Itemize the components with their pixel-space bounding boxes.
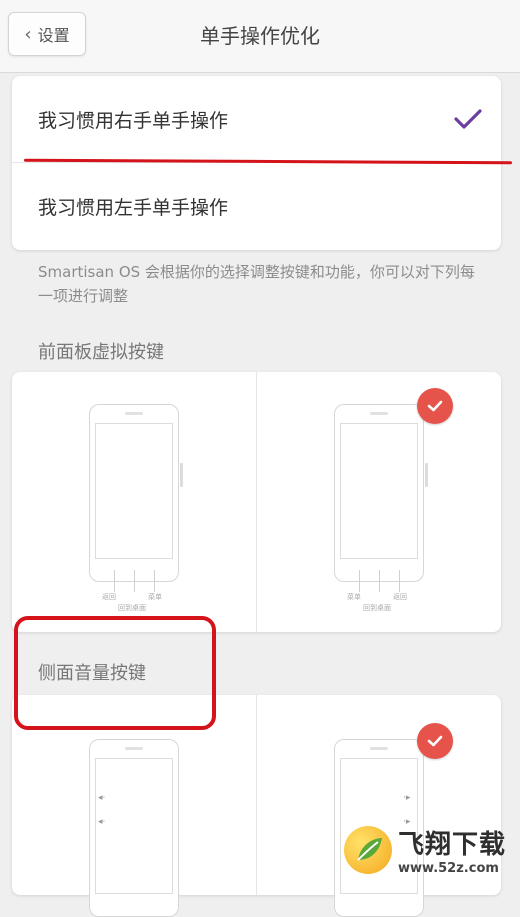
leaf-logo-icon — [344, 826, 392, 874]
watermark-name: 飞翔下载 — [398, 830, 507, 860]
check-icon — [427, 735, 443, 747]
phone-illustration — [334, 404, 428, 582]
key-label: 返回 — [393, 593, 407, 601]
key-label: 菜单 — [347, 593, 361, 601]
watermark: 飞翔下载 www.52z.com — [344, 821, 514, 879]
check-icon — [427, 400, 443, 412]
section-title-front-panel: 前面板虚拟按键 — [38, 342, 164, 363]
watermark-url: www.52z.com — [398, 861, 499, 876]
description-text: Smartisan OS 会根据你的选择调整按键和功能，你可以对下列每一项进行调… — [38, 263, 475, 305]
volume-up-icon: ◂· — [98, 793, 106, 803]
front-panel-options: 返回 菜单 回到桌面 菜单 返回 回到桌面 — [12, 372, 501, 632]
right-hand-option[interactable]: 我习惯用右手单手操作 — [12, 76, 501, 163]
right-hand-option-label: 我习惯用右手单手操作 — [38, 109, 229, 132]
left-hand-option-label: 我习惯用左手单手操作 — [38, 197, 229, 219]
key-layout-labels: 菜单 返回 回到桌面 — [331, 570, 427, 630]
home-key-label: 回到桌面 — [363, 604, 391, 612]
front-panel-option-right[interactable]: 菜单 返回 回到桌面 — [257, 372, 501, 632]
volume-down-icon: ◂· — [98, 817, 106, 827]
phone-illustration — [89, 404, 183, 582]
volume-up-icon: ·▸ — [403, 793, 411, 803]
page-title: 单手操作优化 — [200, 24, 320, 48]
navigation-bar: ‹ 设置 单手操作优化 — [0, 0, 520, 73]
selected-check-badge — [417, 388, 453, 424]
left-hand-option[interactable]: 我习惯用左手单手操作 — [12, 163, 501, 250]
home-key-label: 回到桌面 — [118, 604, 146, 612]
checkmark-icon — [454, 109, 482, 129]
annotation-box — [14, 616, 216, 730]
selected-check-badge — [417, 723, 453, 759]
front-panel-option-left[interactable]: 返回 菜单 回到桌面 — [12, 372, 256, 632]
phone-illustration — [89, 739, 179, 917]
key-label: 返回 — [102, 593, 116, 601]
key-label: 菜单 — [148, 593, 162, 601]
